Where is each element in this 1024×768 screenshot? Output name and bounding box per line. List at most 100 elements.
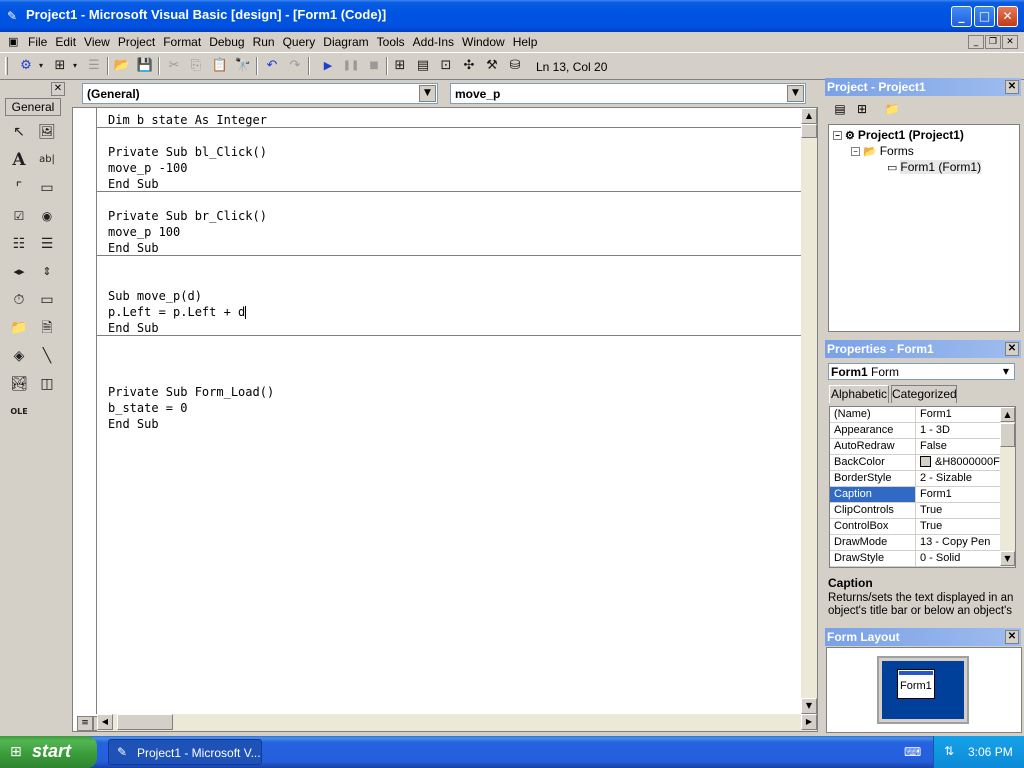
find-icon[interactable]: 🔭 [233, 57, 253, 75]
tree-node-form1[interactable]: ▭ Form1 (Form1) [887, 160, 982, 174]
tree-node-forms[interactable]: − 📂 Forms [851, 144, 914, 158]
menu-query[interactable]: Query [283, 35, 321, 49]
code-text-area[interactable]: Dim b state As Integer Private Sub bl_Cl… [97, 108, 801, 714]
checkbox-tool-icon[interactable]: ☑ [8, 205, 30, 227]
break-icon[interactable]: ❚❚ [341, 57, 361, 75]
redo-icon[interactable]: ↷ [285, 57, 305, 75]
end-icon[interactable]: ■ [364, 57, 384, 75]
property-grid-scrollbar[interactable]: ▲ ▼ [1000, 407, 1015, 567]
procedure-view-icon[interactable]: ≡ [77, 716, 93, 731]
label-tool-icon[interactable]: A [8, 149, 30, 171]
property-value[interactable]: False [917, 439, 1000, 454]
code-line[interactable]: Private Sub Form_Load() [108, 384, 274, 400]
property-value[interactable]: 2 - Sizable [917, 471, 1000, 486]
vb-app-icon[interactable]: ✎ [7, 9, 21, 23]
object-selector-combobox[interactable]: Form1 Form ▼ [828, 363, 1015, 380]
menu-view[interactable]: View [84, 35, 115, 49]
undo-icon[interactable]: ↶ [262, 57, 282, 75]
chevron-down-icon[interactable]: ▼ [787, 85, 804, 102]
scroll-up-icon[interactable]: ▲ [1000, 407, 1015, 422]
add-project-icon[interactable]: ⚙ [16, 57, 36, 75]
data-view-icon[interactable]: ⛁ [505, 57, 525, 75]
code-line[interactable]: End Sub [108, 320, 159, 336]
menu-format[interactable]: Format [163, 35, 206, 49]
property-row[interactable]: (Name) Form1 [830, 407, 1000, 423]
collapse-icon[interactable]: − [833, 131, 842, 141]
scroll-thumb[interactable] [1000, 423, 1015, 447]
tab-alphabetic[interactable]: Alphabetic [829, 385, 889, 403]
mdi-restore-button[interactable]: ❐ [985, 35, 1001, 49]
property-value[interactable]: Form1 [917, 407, 1000, 422]
view-object-icon[interactable]: ⊞ [852, 100, 872, 118]
property-row[interactable]: ControlBox True [830, 519, 1000, 535]
shape-tool-icon[interactable]: ◈ [8, 345, 30, 367]
toolbox-close-button[interactable]: ✕ [51, 82, 65, 96]
property-value[interactable]: Form1 [917, 487, 1000, 502]
properties-window-icon[interactable]: ▤ [413, 57, 433, 75]
project-explorer-icon[interactable]: ⊞ [390, 57, 410, 75]
hscrollbar-tool-icon[interactable]: ◂▸ [8, 261, 30, 283]
chevron-down-icon[interactable]: ▼ [419, 85, 436, 102]
property-value-color[interactable]: &H8000000F [917, 455, 1000, 470]
property-row[interactable]: BackColor &H8000000F [830, 455, 1000, 471]
start-icon[interactable]: ▶ [318, 57, 338, 75]
property-row-selected[interactable]: Caption Form1 [830, 487, 1000, 503]
properties-panel-header[interactable]: Properties - Form1 ✕ [825, 340, 1021, 358]
property-row[interactable]: DrawMode 13 - Copy Pen [830, 535, 1000, 551]
optionbutton-tool-icon[interactable]: ◉ [36, 205, 58, 227]
procedure-combobox[interactable]: move_p ▼ [450, 83, 806, 104]
menu-edit[interactable]: Edit [55, 35, 81, 49]
tab-categorized[interactable]: Categorized [891, 385, 957, 403]
property-row[interactable]: AutoRedraw False [830, 439, 1000, 455]
property-value[interactable]: 13 - Copy Pen [917, 535, 1000, 550]
code-line[interactable]: Private Sub br_Click() [108, 208, 267, 224]
view-code-icon[interactable]: ▤ [830, 100, 850, 118]
menu-run[interactable]: Run [253, 35, 280, 49]
menu-diagram[interactable]: Diagram [323, 35, 373, 49]
toolbox-tab-general[interactable]: General [5, 98, 61, 116]
code-line-active[interactable]: p.Left = p.Left + d [108, 304, 247, 320]
open-folder-icon[interactable]: 📂 [112, 57, 132, 75]
add-form-icon[interactable]: ⊞ [50, 57, 70, 75]
menu-project[interactable]: Project [118, 35, 160, 49]
network-icon[interactable]: ⇅ [944, 744, 954, 758]
property-row[interactable]: Appearance 1 - 3D [830, 423, 1000, 439]
scroll-down-icon[interactable]: ▼ [1000, 551, 1015, 566]
menu-editor-icon[interactable]: ☰ [84, 57, 104, 75]
combobox-tool-icon[interactable]: ☷ [8, 233, 30, 255]
code-editor[interactable]: Dim b state As Integer Private Sub bl_Cl… [72, 107, 818, 732]
horizontal-scrollbar[interactable]: ◀ ▶ [97, 714, 817, 731]
margin-indicator-bar[interactable] [73, 108, 97, 714]
clock[interactable]: 3:06 PM [968, 745, 1013, 759]
code-line[interactable]: End Sub [108, 416, 159, 432]
menu-help[interactable]: Help [513, 35, 543, 49]
form-layout-icon[interactable]: ⊡ [436, 57, 456, 75]
tree-node-project[interactable]: − ⚙ Project1 (Project1) [833, 128, 964, 142]
cut-icon[interactable]: ✂ [164, 57, 184, 75]
add-project-dropdown-icon[interactable]: ▾ [36, 57, 46, 75]
toolbar-grip[interactable] [5, 57, 8, 75]
filelistbox-tool-icon[interactable]: 🗎 [36, 317, 58, 339]
menu-file[interactable]: File [28, 35, 52, 49]
save-icon[interactable]: 💾 [135, 57, 155, 75]
code-window-menu-icon[interactable]: ▣ [8, 35, 18, 48]
ole-tool-icon[interactable]: OLE [8, 401, 30, 423]
mdi-minimize-button[interactable]: _ [968, 35, 984, 49]
close-icon[interactable]: ✕ [1005, 630, 1019, 644]
keyboard-icon[interactable]: ⌨ [904, 745, 921, 759]
menu-add-ins[interactable]: Add-Ins [413, 35, 459, 49]
scroll-up-icon[interactable]: ▲ [801, 108, 817, 124]
code-line[interactable]: move_p 100 [108, 224, 180, 240]
code-line[interactable]: Sub move_p(d) [108, 288, 202, 304]
image-tool-icon[interactable]: 🏞 [8, 373, 30, 395]
property-row[interactable]: DrawStyle 0 - Solid [830, 551, 1000, 567]
property-value[interactable]: True [917, 519, 1000, 534]
property-row[interactable]: BorderStyle 2 - Sizable [830, 471, 1000, 487]
scroll-down-icon[interactable]: ▼ [801, 698, 817, 714]
property-value[interactable]: 0 - Solid [917, 551, 1000, 566]
menu-debug[interactable]: Debug [209, 35, 249, 49]
property-row[interactable]: ClipControls True [830, 503, 1000, 519]
close-icon[interactable]: ✕ [1005, 80, 1019, 94]
vertical-scrollbar[interactable]: ▲ ▼ [801, 108, 817, 714]
maximize-button[interactable]: □ [974, 6, 995, 27]
